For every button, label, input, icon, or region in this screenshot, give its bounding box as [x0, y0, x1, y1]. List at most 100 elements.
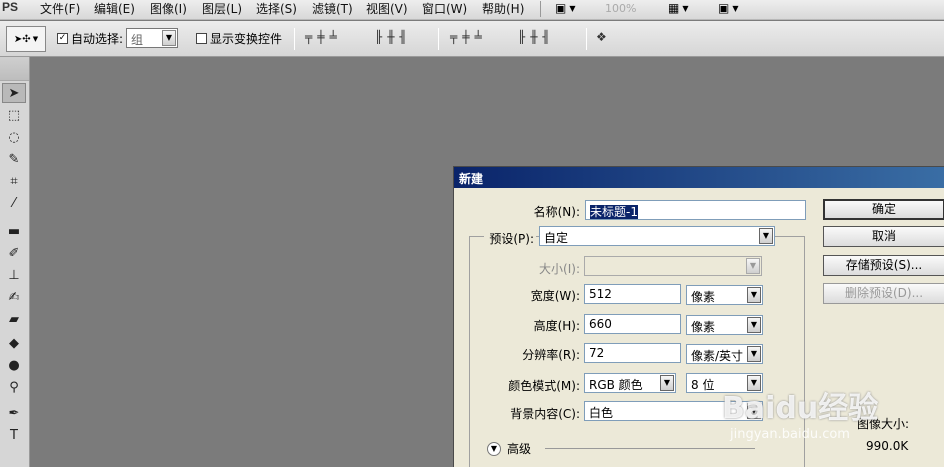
zoom-level[interactable]: 100%	[605, 0, 636, 16]
align-right-icon[interactable]: ╢	[399, 30, 406, 44]
chevron-down-icon: ▼	[746, 258, 760, 274]
tool-preset-picker[interactable]: ➤✣ ▼	[6, 26, 46, 52]
tools-panel: ➤ ⬚ ◌ ✎ ⌗ ⁄ ▬ ✐ ⊥ ✍ ▰ ◆ ● ⚲ ✒ T	[0, 57, 30, 467]
preset-label: 预设(P):	[484, 230, 536, 247]
width-label: 宽度(W):	[530, 289, 580, 303]
height-input[interactable]: 660	[584, 314, 681, 334]
advanced-toggle[interactable]: ▼ 高级	[487, 440, 756, 457]
align-hcenter-icon[interactable]: ╫	[387, 30, 394, 44]
menu-select[interactable]: 选择(S)	[256, 0, 297, 17]
resolution-input[interactable]: 72	[584, 343, 681, 363]
options-bar: ➤✣ ▼ ✓ 自动选择: 组 ▼ 显示变换控件 ╤ ╪ ╧ ╟ ╫ ╢ ╤ ╪ ╧…	[0, 21, 944, 57]
brush-icon[interactable]: ✐	[2, 243, 26, 263]
chevron-down-icon: ▼	[162, 30, 176, 46]
layout-icon: ▣	[555, 1, 567, 15]
preset-value: 自定	[544, 231, 569, 245]
dialog-title: 新建	[454, 167, 944, 188]
ok-button[interactable]: 确定	[823, 199, 944, 220]
menu-filter[interactable]: 滤镜(T)	[312, 0, 353, 17]
move-icon: ➤✣	[13, 33, 31, 45]
chevron-down-icon: ▼	[747, 287, 761, 303]
quick-select-icon[interactable]: ✎	[2, 149, 26, 169]
chevron-down-icon: ▼	[32, 35, 39, 43]
chevron-double-down-icon: ▼	[487, 441, 501, 456]
arrange-icon: ▦	[668, 1, 680, 15]
advanced-divider	[545, 448, 756, 449]
eyedropper-icon[interactable]: ⁄	[2, 193, 26, 213]
color-mode-dropdown[interactable]: RGB 颜色 ▼	[584, 373, 676, 393]
cancel-button[interactable]: 取消	[823, 226, 944, 247]
distribute-left-icon[interactable]: ╟	[518, 30, 525, 44]
text-icon[interactable]: T	[2, 425, 26, 445]
resolution-unit-dropdown[interactable]: 像素/英寸 ▼	[686, 344, 763, 364]
bit-depth-value: 8 位	[691, 378, 715, 392]
menu-window[interactable]: 窗口(W)	[422, 0, 467, 17]
align-left-icon[interactable]: ╟	[375, 30, 382, 44]
move-icon[interactable]: ➤	[2, 83, 26, 103]
history-brush-icon[interactable]: ✍	[2, 287, 26, 307]
menu-edit[interactable]: 编辑(E)	[94, 0, 135, 17]
dodge-icon[interactable]: ⚲	[2, 377, 26, 397]
screen-mode-control[interactable]: ▣ ▼	[718, 0, 739, 16]
pen-icon[interactable]: ✒	[2, 403, 26, 423]
lasso-icon[interactable]: ◌	[2, 127, 26, 147]
distribute-bottom-icon[interactable]: ╧	[474, 30, 481, 44]
height-label: 高度(H):	[533, 319, 580, 333]
show-transform-label: 显示变换控件	[210, 32, 283, 46]
distribute-hcenter-icon[interactable]: ╫	[530, 30, 537, 44]
menu-file[interactable]: 文件(F)	[40, 0, 80, 17]
width-unit-dropdown[interactable]: 像素 ▼	[686, 285, 763, 305]
screen-mode-icon: ▣	[718, 1, 730, 15]
auto-select-target-dropdown[interactable]: 组 ▼	[126, 28, 178, 48]
toolbar-separator	[294, 28, 295, 50]
chevron-down-icon: ▼	[682, 3, 689, 13]
paint-bucket-icon[interactable]: ◆	[2, 333, 26, 353]
auto-align-icon[interactable]: ❖	[596, 30, 607, 44]
panel-grip[interactable]	[0, 57, 29, 81]
width-unit-value: 像素	[691, 290, 716, 304]
align-top-icon[interactable]: ╤	[305, 30, 312, 44]
chevron-down-icon: ▼	[759, 228, 773, 244]
height-unit-dropdown[interactable]: 像素 ▼	[686, 315, 763, 335]
chevron-down-icon: ▼	[569, 3, 576, 13]
auto-select-label: 自动选择:	[71, 32, 124, 46]
menu-image[interactable]: 图像(I)	[150, 0, 187, 17]
healing-brush-icon[interactable]: ▬	[2, 221, 26, 241]
save-preset-button[interactable]: 存储预设(S)...	[823, 255, 944, 276]
eraser-icon[interactable]: ▰	[2, 309, 26, 329]
width-input[interactable]: 512	[584, 284, 681, 304]
stamp-icon[interactable]: ⊥	[2, 265, 26, 285]
marquee-icon[interactable]: ⬚	[2, 105, 26, 125]
chevron-down-icon: ▼	[732, 3, 739, 13]
chevron-down-icon: ▼	[747, 317, 761, 333]
menu-separator	[540, 1, 541, 17]
name-label: 名称(N):	[533, 205, 580, 219]
menu-bar: PS 文件(F) 编辑(E) 图像(I) 图层(L) 选择(S) 滤镜(T) 视…	[0, 0, 944, 20]
watermark-url: jingyan.baidu.com	[730, 427, 850, 442]
preset-dropdown[interactable]: 自定 ▼	[539, 226, 775, 246]
app-logo: PS	[2, 0, 19, 14]
color-mode-value: RGB 颜色	[589, 378, 643, 392]
menu-layer[interactable]: 图层(L)	[202, 0, 242, 17]
chevron-down-icon: ▼	[747, 346, 761, 362]
name-input[interactable]: 未标题-1	[585, 200, 806, 220]
color-mode-label: 颜色模式(M):	[508, 379, 580, 393]
size-label: 大小(I):	[539, 262, 580, 276]
auto-select-checkbox[interactable]: ✓ 自动选择:	[57, 30, 123, 47]
arrange-control[interactable]: ▦ ▼	[668, 0, 689, 16]
background-value: 白色	[589, 406, 614, 420]
show-transform-checkbox[interactable]: 显示变换控件	[196, 30, 282, 47]
menu-help[interactable]: 帮助(H)	[482, 0, 524, 17]
menu-view[interactable]: 视图(V)	[366, 0, 408, 17]
watermark-brand: Baidu经验	[722, 391, 879, 426]
align-bottom-icon[interactable]: ╧	[329, 30, 336, 44]
align-vcenter-icon[interactable]: ╪	[317, 30, 324, 44]
distribute-vcenter-icon[interactable]: ╪	[462, 30, 469, 44]
crop-icon[interactable]: ⌗	[2, 171, 26, 191]
resolution-unit-value: 像素/英寸	[691, 349, 744, 363]
distribute-right-icon[interactable]: ╢	[542, 30, 549, 44]
delete-preset-button: 删除预设(D)...	[823, 283, 944, 304]
distribute-top-icon[interactable]: ╤	[450, 30, 457, 44]
blur-icon[interactable]: ●	[2, 355, 26, 375]
screen-layout-control[interactable]: ▣ ▼	[555, 0, 576, 16]
